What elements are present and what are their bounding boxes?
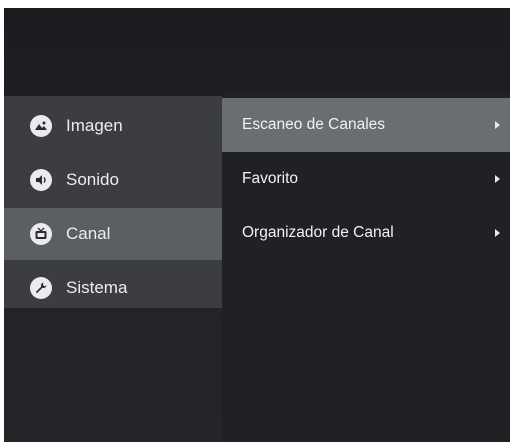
tv-frame: Imagen Sonido Canal Sistema Escaneo de C… xyxy=(0,0,511,444)
submenu-item-label: Organizador de Canal xyxy=(242,224,394,241)
sound-icon xyxy=(30,169,52,191)
menu-item-sistema[interactable]: Sistema xyxy=(4,262,222,314)
arrow-right-icon xyxy=(495,121,500,129)
menu-item-label: Canal xyxy=(66,224,111,243)
tv-icon xyxy=(30,223,52,245)
tv-screen: Imagen Sonido Canal Sistema Escaneo de C… xyxy=(4,8,510,442)
submenu-item-label: Escaneo de Canales xyxy=(242,116,386,133)
channel-submenu: Escaneo de Canales Favorito Organizador … xyxy=(222,92,510,442)
menu-item-sonido[interactable]: Sonido xyxy=(4,154,222,206)
submenu-item-favorito[interactable]: Favorito xyxy=(222,152,510,206)
menu-item-canal[interactable]: Canal xyxy=(4,208,222,260)
image-icon xyxy=(30,115,52,137)
arrow-right-icon xyxy=(495,175,500,183)
submenu-item-organizador[interactable]: Organizador de Canal xyxy=(222,206,510,260)
submenu-item-escaneo[interactable]: Escaneo de Canales xyxy=(222,98,510,152)
settings-menu: Imagen Sonido Canal Sistema xyxy=(4,96,222,308)
menu-item-label: Imagen xyxy=(66,116,123,135)
wrench-icon xyxy=(30,277,52,299)
submenu-item-label: Favorito xyxy=(242,170,298,187)
menu-item-label: Sistema xyxy=(66,278,128,297)
arrow-right-icon xyxy=(495,229,500,237)
menu-item-imagen[interactable]: Imagen xyxy=(4,100,222,152)
menu-item-label: Sonido xyxy=(66,170,119,189)
